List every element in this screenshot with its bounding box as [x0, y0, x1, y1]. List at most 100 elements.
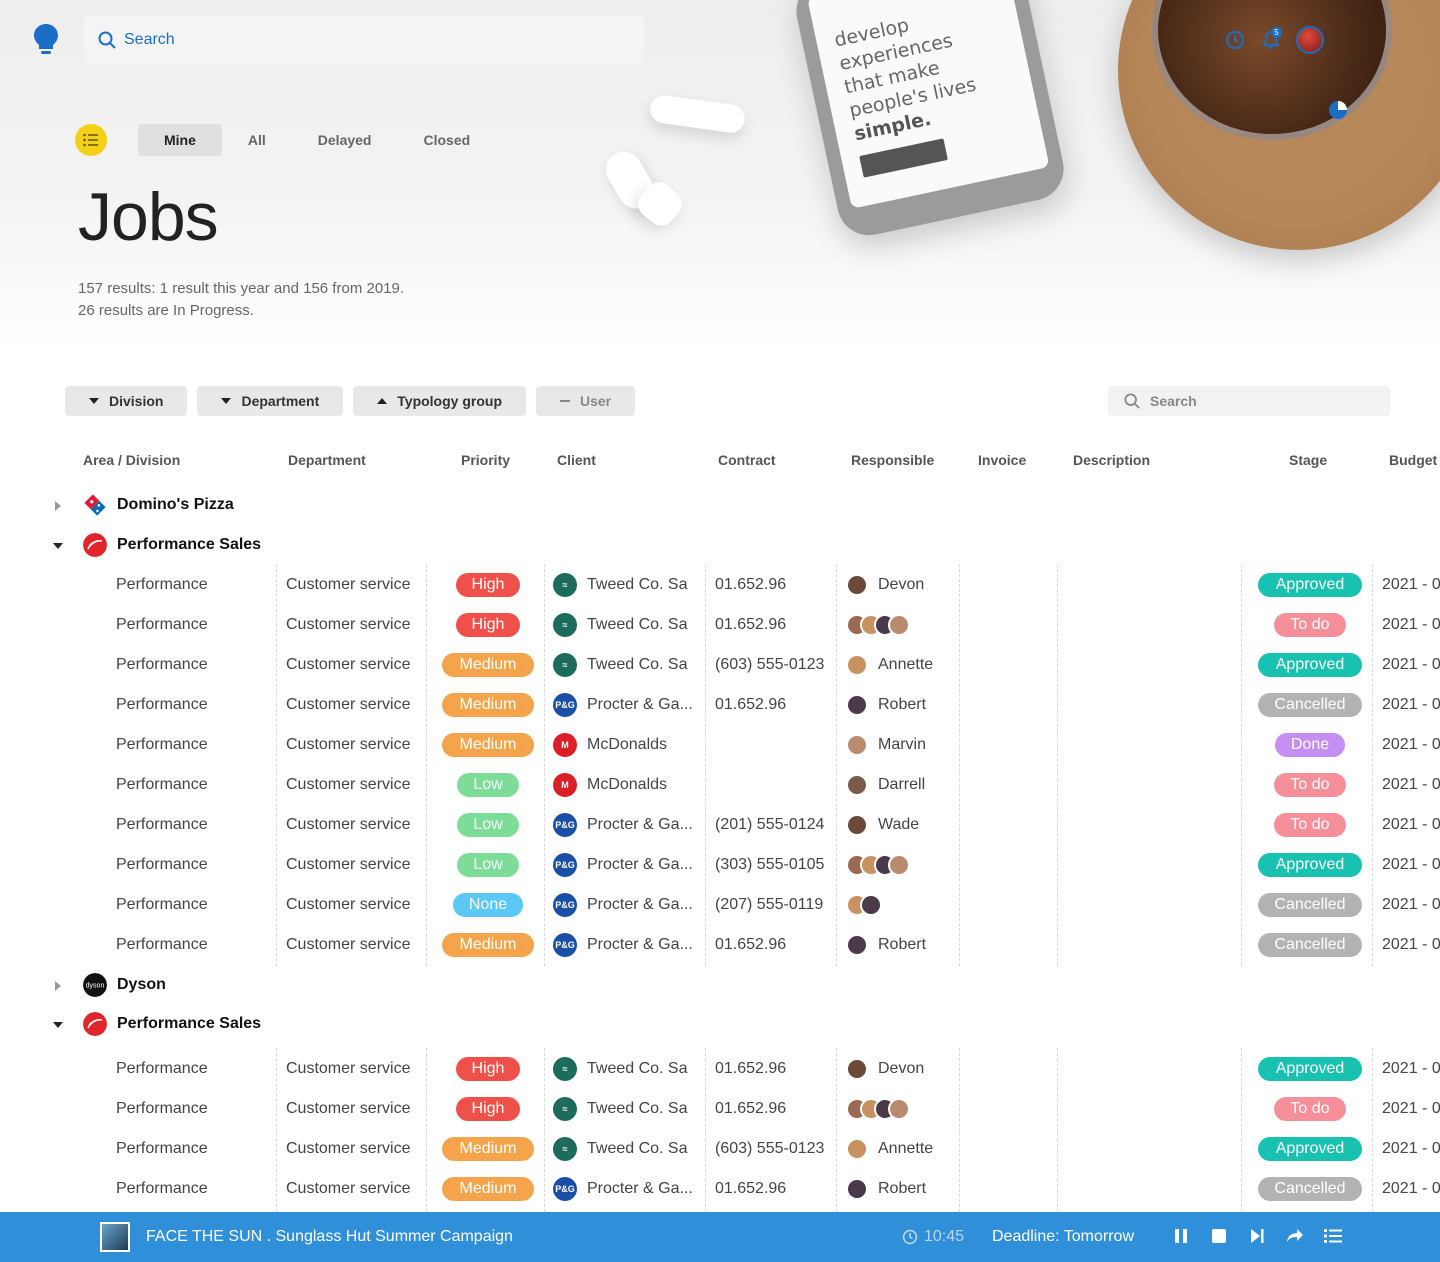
campaign-thumbnail[interactable] [100, 1222, 130, 1252]
client-name: Procter & Ga... [587, 816, 693, 833]
priority-badge: Medium [442, 693, 534, 717]
caret-expanded-icon[interactable] [52, 539, 64, 551]
pause-icon[interactable] [1172, 1227, 1190, 1245]
table-row[interactable]: Performance Customer service High ≈ Tweed Co… [0, 1049, 1440, 1089]
caret-expanded-icon[interactable] [52, 1018, 64, 1030]
stage-cell: Cancelled [1258, 925, 1362, 965]
stop-icon[interactable] [1210, 1227, 1228, 1245]
filter-user-button[interactable]: User [536, 386, 636, 416]
user-avatar[interactable] [1296, 26, 1324, 54]
table-row[interactable]: Performance Customer service Medium M McDona… [0, 725, 1440, 765]
area-cell: Performance [116, 816, 208, 833]
client-cell: P&G Procter & Ga... [553, 925, 693, 965]
table-row[interactable]: Performance Customer service None P&G Procte… [0, 885, 1440, 925]
column-header-department[interactable]: Department [288, 452, 366, 468]
elapsed-time: 10:45 [902, 1228, 964, 1246]
avatar-stack[interactable] [846, 614, 910, 636]
client-name: Tweed Co. Sa [587, 1140, 688, 1157]
tab-mine[interactable]: Mine [138, 124, 222, 156]
stage-badge[interactable]: Cancelled [1258, 893, 1362, 917]
stage-badge[interactable]: Approved [1258, 653, 1362, 677]
avatar-stack[interactable] [846, 894, 882, 916]
column-header-responsible[interactable]: Responsible [851, 452, 934, 468]
pie-chart-icon[interactable] [1328, 100, 1348, 120]
list-menu-icon[interactable] [1324, 1227, 1342, 1245]
skip-next-icon[interactable] [1248, 1227, 1266, 1245]
stage-badge[interactable]: Done [1275, 733, 1345, 757]
column-header-area[interactable]: Area / Division [83, 452, 180, 468]
notification-bell-icon[interactable]: 5 [1260, 27, 1282, 51]
responsible-cell [846, 1089, 910, 1129]
area-cell: Performance [116, 736, 208, 753]
stage-cell: To do [1274, 605, 1346, 645]
group-row[interactable]: dyson Dyson [0, 970, 1440, 1000]
stage-badge[interactable]: Approved [1258, 1137, 1362, 1161]
column-header-invoice[interactable]: Invoice [978, 452, 1026, 468]
group-row[interactable]: Domino's Pizza [0, 490, 1440, 520]
table-row[interactable]: Performance Customer service Low P&G Procter… [0, 845, 1440, 885]
filter-division-button[interactable]: Division [65, 386, 188, 416]
table-header: Area / Division Department Priority Clie… [0, 452, 1440, 470]
tab-all[interactable]: All [222, 124, 292, 156]
responsible-name: Devon [878, 1060, 925, 1077]
table-row[interactable]: Performance Customer service Low P&G Procter… [0, 805, 1440, 845]
stage-badge[interactable]: Cancelled [1258, 933, 1362, 957]
budget-cell: 2021 - 0 [1382, 656, 1440, 673]
stage-badge[interactable]: Cancelled [1258, 1177, 1362, 1201]
table-row[interactable]: Performance Customer service High ≈ Tweed Co… [0, 565, 1440, 605]
caret-collapsed-icon[interactable] [52, 979, 64, 991]
column-header-client[interactable]: Client [557, 452, 596, 468]
filter-typology-group-button[interactable]: Typology group [353, 386, 526, 416]
tab-delayed[interactable]: Delayed [292, 124, 398, 156]
column-header-priority[interactable]: Priority [461, 452, 510, 468]
timer-icon[interactable] [1224, 29, 1246, 51]
responsible-cell: Annette [846, 1129, 933, 1169]
task-list-icon[interactable] [75, 124, 107, 156]
page-title: Jobs [78, 179, 219, 255]
stage-badge[interactable]: To do [1274, 1097, 1346, 1121]
table-row[interactable]: Performance Customer service High ≈ Tweed Co… [0, 605, 1440, 645]
stage-badge[interactable]: Approved [1258, 853, 1362, 877]
responsible-cell: Devon [846, 565, 924, 605]
tab-closed[interactable]: Closed [397, 124, 496, 156]
group-row[interactable]: Performance Sales [0, 1009, 1440, 1039]
table-row[interactable]: Performance Customer service Low M McDonalds… [0, 765, 1440, 805]
group-row[interactable]: Performance Sales [0, 530, 1440, 560]
contract-cell: (303) 555-0105 [715, 856, 825, 873]
table-row[interactable]: Performance Customer service Medium ≈ Tweed … [0, 1129, 1440, 1169]
stage-cell: To do [1274, 1089, 1346, 1129]
active-job-title[interactable]: FACE THE SUN . Sunglass Hut Summer Campa… [146, 1228, 513, 1246]
stage-badge[interactable]: Approved [1258, 573, 1362, 597]
stage-badge[interactable]: To do [1274, 613, 1346, 637]
table-search-input[interactable]: Search [1108, 386, 1390, 416]
table-row[interactable]: Performance Customer service Medium ≈ Tweed … [0, 645, 1440, 685]
column-header-stage[interactable]: Stage [1289, 452, 1327, 468]
filter-department-button[interactable]: Department [197, 386, 344, 416]
share-arrow-icon[interactable] [1286, 1227, 1304, 1245]
caret-collapsed-icon[interactable] [52, 499, 64, 511]
stage-badge[interactable]: Approved [1258, 1057, 1362, 1081]
column-header-contract[interactable]: Contract [718, 452, 776, 468]
column-header-budget[interactable]: Budget [1389, 452, 1437, 468]
stage-badge[interactable]: To do [1274, 773, 1346, 797]
client-cell: ≈ Tweed Co. Sa [553, 565, 688, 605]
lightbulb-logo-icon[interactable] [34, 24, 58, 56]
avatar-stack[interactable] [846, 1098, 910, 1120]
priority-badge: Medium [442, 1177, 534, 1201]
table-row[interactable]: Performance Customer service Medium P&G Proc… [0, 1169, 1440, 1209]
avatar [888, 614, 910, 636]
procter-gamble-logo-icon: P&G [553, 933, 577, 957]
column-header-description[interactable]: Description [1073, 452, 1150, 468]
stage-badge[interactable]: Cancelled [1258, 693, 1362, 717]
area-cell: Performance [116, 1100, 208, 1117]
priority-cell: Medium [442, 685, 534, 725]
budget-cell: 2021 - 0 [1382, 816, 1440, 833]
table-row[interactable]: Performance Customer service Medium P&G Proc… [0, 925, 1440, 965]
client-name: McDonalds [587, 736, 668, 753]
priority-cell: Medium [442, 925, 534, 965]
global-search-input[interactable]: Search [84, 16, 644, 64]
stage-badge[interactable]: To do [1274, 813, 1346, 837]
avatar-stack[interactable] [846, 854, 910, 876]
table-row[interactable]: Performance Customer service High ≈ Tweed Co… [0, 1089, 1440, 1129]
table-row[interactable]: Performance Customer service Medium P&G Proc… [0, 685, 1440, 725]
